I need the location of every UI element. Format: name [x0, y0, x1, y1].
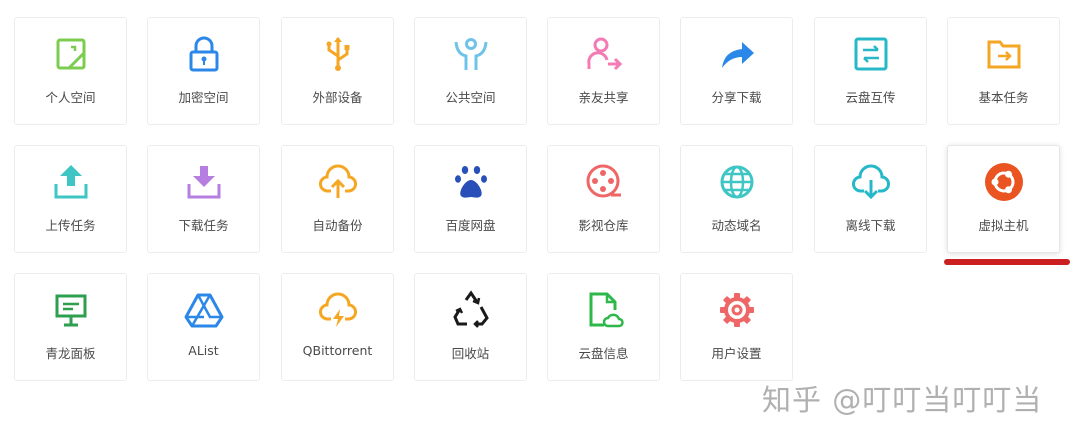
tile-label: 青龙面板 — [45, 346, 96, 361]
baidu-paw-icon — [451, 162, 491, 202]
tile-qinglong-panel[interactable]: 青龙面板 — [14, 273, 127, 381]
tile-label: 基本任务 — [978, 90, 1029, 105]
tile-share-download[interactable]: 分享下载 — [680, 17, 793, 125]
folder-arrow-icon — [984, 34, 1024, 74]
tile-virtual-host[interactable]: 虚拟主机 — [947, 145, 1060, 253]
transfer-icon — [851, 34, 891, 74]
tile-label: 加密空间 — [178, 90, 229, 105]
tile-label: 下载任务 — [178, 218, 229, 233]
film-reel-icon — [584, 162, 624, 202]
monitor-icon — [51, 290, 91, 330]
tile-label: 亲友共享 — [578, 90, 629, 105]
app-grid: 个人空间 加密空间 外部设备 公共空间 亲友共享 分享下载 云盘互传 基本任务 … — [0, 0, 1081, 441]
tile-label: 个人空间 — [45, 90, 96, 105]
gear-icon — [717, 290, 757, 330]
ubuntu-icon — [984, 162, 1024, 202]
tile-cloud-info[interactable]: 云盘信息 — [547, 273, 660, 381]
drive-triangle-icon — [184, 290, 224, 330]
tile-label: 用户设置 — [711, 346, 762, 361]
tile-baidu-netdisk[interactable]: 百度网盘 — [414, 145, 527, 253]
tile-user-settings[interactable]: 用户设置 — [680, 273, 793, 381]
tile-auto-backup[interactable]: 自动备份 — [281, 145, 394, 253]
tile-family-share[interactable]: 亲友共享 — [547, 17, 660, 125]
tile-label: 离线下载 — [845, 218, 896, 233]
tile-label: 虚拟主机 — [978, 218, 1029, 233]
cloud-download-icon — [851, 162, 891, 202]
cloud-bolt-icon — [318, 290, 358, 330]
usb-icon — [318, 34, 358, 74]
tile-alist[interactable]: AList — [147, 273, 260, 381]
tile-label: 公共空间 — [445, 90, 496, 105]
share-arrow-icon — [717, 34, 757, 74]
public-space-icon — [451, 34, 491, 74]
tile-label: 百度网盘 — [445, 218, 496, 233]
cloud-file-icon — [584, 290, 624, 330]
tile-label: 外部设备 — [312, 90, 363, 105]
tile-label: 动态域名 — [711, 218, 762, 233]
tile-cloud-transfer[interactable]: 云盘互传 — [814, 17, 927, 125]
tile-offline-download[interactable]: 离线下载 — [814, 145, 927, 253]
tile-label: QBittorrent — [302, 343, 373, 358]
upload-icon — [51, 162, 91, 202]
tile-recycle-bin[interactable]: 回收站 — [414, 273, 527, 381]
tile-public-space[interactable]: 公共空间 — [414, 17, 527, 125]
recycle-icon — [451, 290, 491, 330]
tile-label: 回收站 — [451, 346, 490, 361]
tile-label: 上传任务 — [45, 218, 96, 233]
tile-qbittorrent[interactable]: QBittorrent — [281, 273, 394, 381]
tile-upload-tasks[interactable]: 上传任务 — [14, 145, 127, 253]
tile-label: 云盘信息 — [578, 346, 629, 361]
share-user-icon — [584, 34, 624, 74]
highlight-underline — [944, 259, 1070, 265]
tile-label: 云盘互传 — [845, 90, 896, 105]
cloud-upload-icon — [318, 162, 358, 202]
lock-icon — [184, 34, 224, 74]
tile-basic-tasks[interactable]: 基本任务 — [947, 17, 1060, 125]
download-icon — [184, 162, 224, 202]
tile-personal-space[interactable]: 个人空间 — [14, 17, 127, 125]
tile-external-device[interactable]: 外部设备 — [281, 17, 394, 125]
tile-label: 自动备份 — [312, 218, 363, 233]
tile-download-tasks[interactable]: 下载任务 — [147, 145, 260, 253]
globe-icon — [717, 162, 757, 202]
tile-dynamic-dns[interactable]: 动态域名 — [680, 145, 793, 253]
tile-media-library[interactable]: 影视仓库 — [547, 145, 660, 253]
tile-label: 影视仓库 — [578, 218, 629, 233]
personal-space-icon — [51, 34, 91, 74]
tile-encrypted-space[interactable]: 加密空间 — [147, 17, 260, 125]
watermark: 知乎 @叮叮当叮叮当 — [762, 383, 1043, 417]
tile-label: 分享下载 — [711, 90, 762, 105]
tile-label: AList — [188, 343, 219, 358]
